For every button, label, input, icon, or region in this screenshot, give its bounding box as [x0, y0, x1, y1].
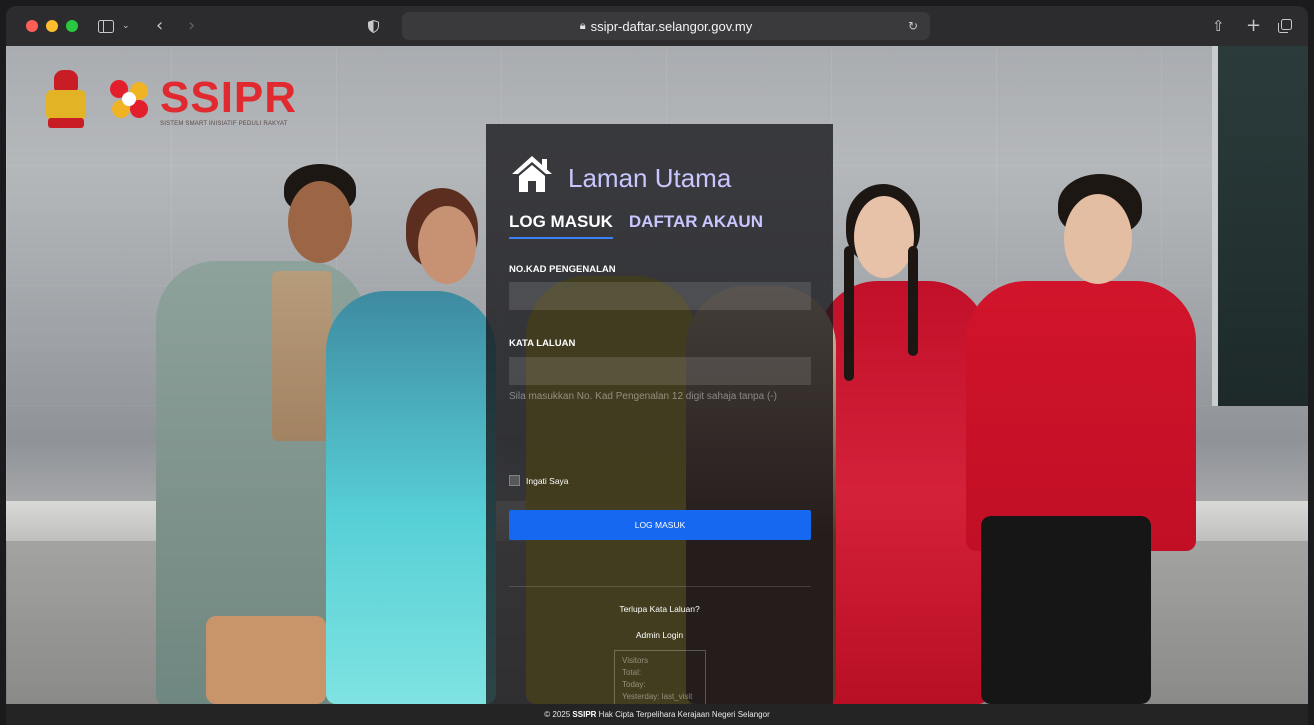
password-input[interactable]: [509, 357, 811, 385]
visitors-title: Visitors: [622, 656, 649, 665]
visitors-today: Today:: [622, 680, 646, 689]
selangor-crest-icon: [44, 70, 88, 132]
new-tab-icon[interactable]: +: [1246, 6, 1261, 46]
login-button[interactable]: LOG MASUK: [509, 510, 811, 540]
ic-number-input[interactable]: [509, 282, 811, 310]
reload-icon[interactable]: ↻: [908, 12, 918, 40]
ssipr-flower-icon: [110, 80, 152, 122]
share-icon[interactable]: ⇧: [1212, 6, 1225, 46]
zoom-window-button[interactable]: [66, 20, 78, 32]
panel-title: Laman Utama: [568, 162, 732, 193]
back-icon[interactable]: ‹: [156, 6, 163, 46]
login-panel: Laman Utama LOG MASUK DAFTAR AKAUN NO.KA…: [486, 124, 833, 704]
browser-toolbar: ⌄ ‹ › 🔒︎ ssipr-daftar.selangor.gov.my ↻ …: [6, 6, 1308, 46]
forgot-password-link[interactable]: Terlupa Kata Laluan?: [486, 604, 833, 614]
address-bar[interactable]: 🔒︎ ssipr-daftar.selangor.gov.my ↻: [402, 12, 930, 40]
page-footer: © 2025 SSIPR Hak Cipta Terpelihara Keraj…: [6, 704, 1308, 725]
ic-number-hint: Sila masukkan No. Kad Pengenalan 12 digi…: [509, 391, 777, 402]
brand-name: SSIPR: [160, 72, 298, 122]
chevron-down-icon[interactable]: ⌄: [122, 6, 130, 46]
background-window: [1212, 46, 1308, 406]
lock-icon: 🔒︎: [579, 19, 586, 32]
password-label: KATA LALUAN: [509, 338, 576, 349]
divider: [509, 586, 811, 587]
close-window-button[interactable]: [26, 20, 38, 32]
remember-me-checkbox[interactable]: [509, 475, 520, 486]
page-viewport: SSIPR SISTEM SMART INISIATIF PEDULI RAKY…: [6, 46, 1308, 704]
minimize-window-button[interactable]: [46, 20, 58, 32]
tab-log-masuk[interactable]: LOG MASUK: [509, 212, 613, 239]
remember-me-label: Ingati Saya: [526, 475, 569, 486]
shield-icon[interactable]: [368, 6, 379, 46]
ic-number-label: NO.KAD PENGENALAN: [509, 264, 616, 275]
site-logo[interactable]: SSIPR SISTEM SMART INISIATIF PEDULI RAKY…: [44, 70, 297, 132]
home-icon: [510, 154, 554, 194]
footer-text: Hak Cipta Terpelihara Kerajaan Negeri Se…: [598, 710, 770, 719]
visitors-total: Total:: [622, 668, 642, 677]
footer-copyright: © 2025: [544, 710, 571, 719]
tab-daftar-akaun[interactable]: DAFTAR AKAUN: [629, 212, 763, 239]
footer-brand: SSIPR: [572, 710, 597, 719]
auth-tabs: LOG MASUK DAFTAR AKAUN: [509, 212, 779, 239]
admin-login-link[interactable]: Admin Login: [486, 630, 833, 640]
forward-icon[interactable]: ›: [188, 6, 195, 46]
visitor-counter: Visitors Total: Today: Yesterday: last_v…: [614, 650, 706, 704]
brand-subtitle: SISTEM SMART INISIATIF PEDULI RAKYAT: [160, 120, 288, 127]
url-text: ssipr-daftar.selangor.gov.my: [590, 18, 753, 34]
visitors-yesterday: Yesterday: last_visit: [622, 692, 693, 701]
tabs-overview-icon[interactable]: [1278, 6, 1292, 46]
sidebar-icon[interactable]: [98, 6, 114, 46]
